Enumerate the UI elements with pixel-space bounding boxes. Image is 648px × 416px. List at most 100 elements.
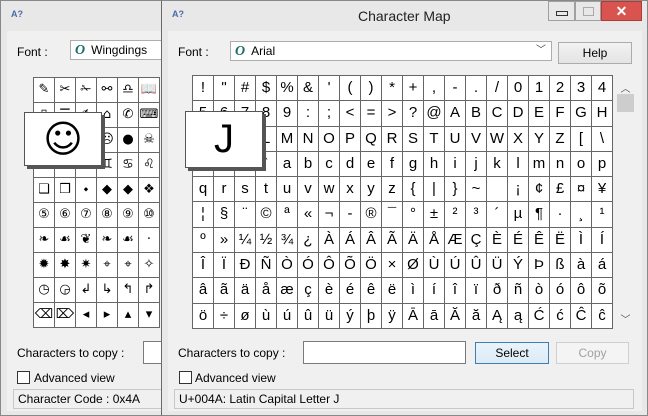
- character-cell[interactable]: á: [592, 253, 613, 279]
- character-cell[interactable]: â: [193, 278, 214, 304]
- scroll-thumb[interactable]: [617, 94, 634, 112]
- character-cell[interactable]: ¼: [235, 227, 256, 254]
- character-cell[interactable]: Ê: [529, 227, 550, 254]
- character-cell[interactable]: ☠: [139, 128, 160, 153]
- character-cell[interactable]: ❒: [55, 178, 76, 203]
- character-cell[interactable]: ▸: [97, 303, 118, 328]
- character-cell[interactable]: ö: [193, 303, 214, 329]
- character-cell[interactable]: ½: [256, 227, 277, 254]
- character-cell[interactable]: >: [382, 101, 403, 127]
- font-combo[interactable]: O Wingdings: [70, 40, 170, 60]
- character-cell[interactable]: ¬: [319, 202, 340, 228]
- character-cell[interactable]: N: [298, 126, 319, 152]
- character-cell[interactable]: {: [403, 177, 424, 203]
- scroll-down-icon[interactable]: ﹀: [616, 311, 635, 326]
- character-cell[interactable]: Ô: [319, 253, 340, 279]
- character-cell[interactable]: ©: [256, 202, 277, 228]
- character-cell[interactable]: Î: [193, 253, 214, 279]
- character-cell[interactable]: X: [508, 126, 529, 152]
- character-cell[interactable]: P: [340, 126, 361, 152]
- character-cell[interactable]: À: [319, 227, 340, 254]
- character-cell[interactable]: u: [277, 177, 298, 203]
- character-cell[interactable]: í: [424, 278, 445, 304]
- character-cell[interactable]: Ë: [550, 227, 571, 254]
- character-cell[interactable]: /: [487, 76, 508, 102]
- character-cell[interactable]: ¤: [571, 177, 592, 203]
- character-cell[interactable]: h: [424, 151, 445, 178]
- character-cell[interactable]: º: [193, 227, 214, 254]
- scroll-up-icon[interactable]: ︿: [616, 80, 635, 95]
- character-cell[interactable]: 9: [277, 101, 298, 127]
- character-cell[interactable]: Q: [361, 126, 382, 152]
- character-cell[interactable]: |: [424, 177, 445, 203]
- character-cell[interactable]: ß: [550, 253, 571, 279]
- character-cell[interactable]: ç: [298, 278, 319, 304]
- character-cell[interactable]: 4: [592, 76, 613, 102]
- character-cell[interactable]: Õ: [340, 253, 361, 279]
- character-cell[interactable]: j: [466, 151, 487, 178]
- character-cell[interactable]: Ā: [403, 303, 424, 329]
- character-cell[interactable]: ❑: [34, 178, 55, 203]
- character-cell[interactable]: ✎: [34, 78, 55, 103]
- character-cell[interactable]: î: [445, 278, 466, 304]
- character-cell[interactable]: ⌨: [139, 103, 160, 128]
- character-cell[interactable]: l: [508, 151, 529, 178]
- character-cell[interactable]: ¶: [529, 202, 550, 228]
- character-cell[interactable]: ↱: [139, 278, 160, 303]
- character-cell[interactable]: %: [277, 76, 298, 102]
- character-cell[interactable]: Æ: [445, 227, 466, 254]
- character-cell[interactable]: Ą: [487, 303, 508, 329]
- character-cell[interactable]: ✷: [76, 253, 97, 278]
- character-cell[interactable]: ⌦: [55, 303, 76, 328]
- character-cell[interactable]: -: [445, 76, 466, 102]
- character-cell[interactable]: Ç: [466, 227, 487, 254]
- character-cell[interactable]: Å: [424, 227, 445, 254]
- character-cell[interactable]: ï: [466, 278, 487, 304]
- character-cell[interactable]: +: [403, 76, 424, 102]
- character-cell[interactable]: ;: [319, 101, 340, 127]
- character-cell[interactable]: §: [214, 202, 235, 228]
- character-cell[interactable]: ♋: [118, 153, 139, 178]
- character-cell[interactable]: à: [571, 253, 592, 279]
- character-cell[interactable]: a: [277, 151, 298, 178]
- character-cell[interactable]: õ: [592, 278, 613, 304]
- character-cell[interactable]: ": [214, 76, 235, 102]
- character-cell[interactable]: s: [235, 177, 256, 203]
- character-cell[interactable]: V: [466, 126, 487, 152]
- character-cell[interactable]: ì: [403, 278, 424, 304]
- character-cell[interactable]: :: [298, 101, 319, 127]
- character-cell[interactable]: ª: [277, 202, 298, 228]
- character-cell[interactable]: [487, 177, 508, 203]
- character-cell[interactable]: Ö: [361, 253, 382, 279]
- character-cell[interactable]: Á: [340, 227, 361, 254]
- character-cell[interactable]: ⌖: [97, 253, 118, 278]
- character-cell[interactable]: ⑤: [34, 203, 55, 228]
- character-cell[interactable]: ◆: [97, 178, 118, 203]
- character-cell[interactable]: t: [256, 177, 277, 203]
- character-cell[interactable]: ´: [487, 202, 508, 228]
- character-cell[interactable]: T: [424, 126, 445, 152]
- character-cell[interactable]: ✆: [118, 103, 139, 128]
- character-cell[interactable]: .: [466, 76, 487, 102]
- character-cell[interactable]: W: [487, 126, 508, 152]
- character-cell[interactable]: û: [298, 303, 319, 329]
- character-cell[interactable]: ²: [445, 202, 466, 228]
- character-cell[interactable]: ±: [424, 202, 445, 228]
- character-cell[interactable]: Ò: [277, 253, 298, 279]
- character-cell[interactable]: ~: [466, 177, 487, 203]
- character-cell[interactable]: °: [403, 202, 424, 228]
- character-cell[interactable]: ,: [424, 76, 445, 102]
- character-cell[interactable]: R: [382, 126, 403, 152]
- character-cell[interactable]: &: [298, 76, 319, 102]
- character-cell[interactable]: ?: [403, 101, 424, 127]
- character-cell[interactable]: ·: [550, 202, 571, 228]
- character-cell[interactable]: f: [382, 151, 403, 178]
- character-cell[interactable]: p: [592, 151, 613, 178]
- select-button[interactable]: Select: [475, 342, 549, 364]
- character-cell[interactable]: ý: [340, 303, 361, 329]
- character-cell[interactable]: ĉ: [592, 303, 613, 329]
- character-cell[interactable]: E: [529, 101, 550, 127]
- character-cell[interactable]: ¦: [193, 202, 214, 228]
- character-cell[interactable]: ô: [571, 278, 592, 304]
- character-cell[interactable]: g: [403, 151, 424, 178]
